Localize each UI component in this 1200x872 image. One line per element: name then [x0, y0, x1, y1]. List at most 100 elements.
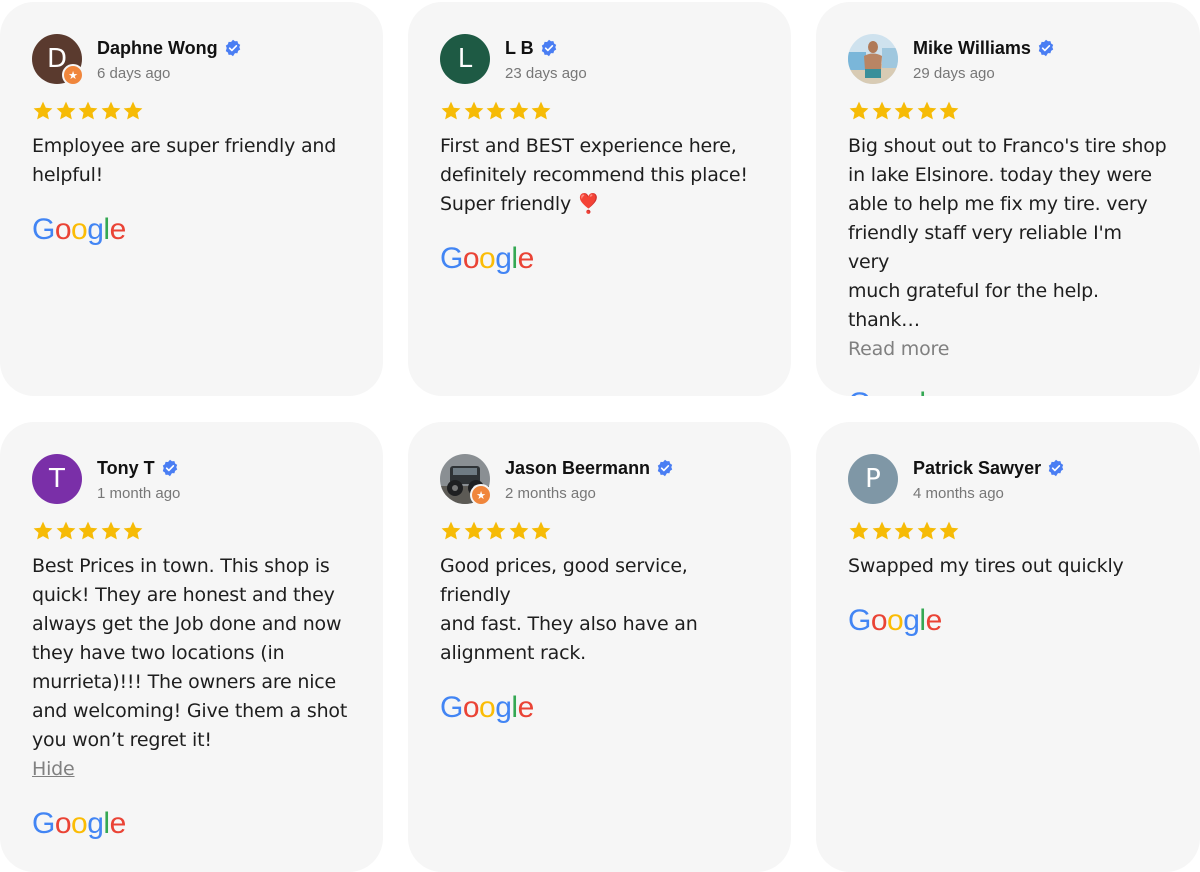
- star-rating: [440, 100, 759, 124]
- star-icon: [77, 520, 99, 542]
- star-rating: [848, 520, 1168, 544]
- reviewer-name[interactable]: Tony T: [97, 458, 155, 479]
- google-logo-icon[interactable]: [440, 241, 536, 277]
- star-icon: [508, 100, 530, 122]
- avatar-initial: P: [865, 464, 881, 494]
- avatar-photo: [848, 34, 898, 84]
- star-icon: [916, 100, 938, 122]
- review-text-line: definitely recommend this place!: [440, 164, 748, 186]
- review-text-line: First and BEST experience here,: [440, 135, 737, 157]
- google-logo-icon[interactable]: [32, 806, 128, 842]
- reviewer-name[interactable]: Patrick Sawyer: [913, 458, 1041, 479]
- verified-icon: [656, 459, 674, 477]
- review-card: ★ Jason Beermann 2 months ago Good price…: [408, 422, 791, 872]
- star-icon: [55, 520, 77, 542]
- google-logo-icon[interactable]: [32, 212, 128, 248]
- avatar[interactable]: P: [848, 454, 898, 504]
- verified-icon: [1037, 39, 1055, 57]
- star-icon: [77, 100, 99, 122]
- avatar[interactable]: L: [440, 34, 490, 84]
- review-header: Mike Williams 29 days ago: [848, 34, 1168, 84]
- star-icon: [916, 520, 938, 542]
- avatar[interactable]: ★: [440, 454, 492, 506]
- star-rating: [32, 520, 351, 544]
- review-date: 23 days ago: [505, 65, 587, 82]
- star-icon: [871, 520, 893, 542]
- review-text-line: murrieta)!!! The owners are nice: [32, 671, 337, 693]
- star-icon: [463, 520, 485, 542]
- verified-icon: [161, 459, 179, 477]
- star-icon: [848, 100, 870, 122]
- review-text-line: always get the Job done and now: [32, 613, 342, 635]
- avatar[interactable]: T: [32, 454, 82, 504]
- reviewer-name[interactable]: L B: [505, 38, 534, 59]
- review-text: Best Prices in town. This shop is quick!…: [32, 552, 351, 784]
- star-icon: [530, 520, 552, 542]
- google-logo-icon[interactable]: [848, 603, 944, 639]
- star-icon: [122, 520, 144, 542]
- verified-icon: [1047, 459, 1065, 477]
- avatar-initial: T: [49, 464, 65, 494]
- review-text-line: friendly staff very reliable I'm very: [848, 222, 1122, 273]
- star-icon: [485, 100, 507, 122]
- review-text-line: Best Prices in town. This shop is: [32, 555, 330, 577]
- review-text: Employee are super friendly and helpful!: [32, 132, 351, 190]
- star-icon: [122, 100, 144, 122]
- star-icon: [893, 520, 915, 542]
- reviewer-name[interactable]: Daphne Wong: [97, 38, 218, 59]
- review-text: Good prices, good service, friendly and …: [440, 552, 759, 668]
- star-icon: [508, 520, 530, 542]
- review-date: 29 days ago: [913, 65, 995, 82]
- review-header: T Tony T 1 month ago: [32, 454, 351, 504]
- review-text-line: Good prices, good service, friendly: [440, 555, 688, 606]
- review-header: ★ Jason Beermann 2 months ago: [440, 454, 759, 506]
- avatar-initial: L: [457, 44, 473, 74]
- review-card: Mike Williams 29 days ago Big shout out …: [816, 2, 1200, 396]
- review-card: L L B 23 days ago First and BEST experie…: [408, 2, 791, 396]
- review-card: D ★ Daphne Wong 6 days ago Employee are …: [0, 2, 383, 396]
- star-icon: [485, 520, 507, 542]
- local-guide-badge-icon: ★: [62, 64, 84, 86]
- review-text-line: Big shout out to Franco's tire shop: [848, 135, 1167, 157]
- star-icon: [440, 100, 462, 122]
- google-logo-icon[interactable]: [440, 690, 536, 726]
- star-rating: [440, 520, 759, 544]
- reviews-grid: D ★ Daphne Wong 6 days ago Employee are …: [0, 0, 1200, 872]
- review-text-line: you won’t regret it!: [32, 729, 212, 751]
- review-text-line: in lake Elsinore. today they were: [848, 164, 1152, 186]
- review-text-line: able to help me fix my tire. very: [848, 193, 1148, 215]
- review-header: P Patrick Sawyer 4 months ago: [848, 454, 1168, 504]
- star-icon: [893, 100, 915, 122]
- read-more-link[interactable]: Read more: [848, 335, 1168, 364]
- review-header: L L B 23 days ago: [440, 34, 759, 84]
- reviewer-name[interactable]: Mike Williams: [913, 38, 1031, 59]
- reviewer-info: Jason Beermann 2 months ago: [505, 456, 674, 502]
- review-text-line: and welcoming! Give them a shot: [32, 700, 348, 722]
- review-text: Swapped my tires out quickly: [848, 552, 1168, 581]
- review-card: P Patrick Sawyer 4 months ago Swapped my…: [816, 422, 1200, 872]
- review-text-line: alignment rack.: [440, 642, 586, 664]
- review-text-line: helpful!: [32, 164, 104, 186]
- star-icon: [938, 100, 960, 122]
- avatar[interactable]: D ★: [32, 34, 84, 86]
- hide-link[interactable]: Hide: [32, 755, 351, 784]
- star-icon: [100, 520, 122, 542]
- star-rating: [848, 100, 1168, 124]
- review-date: 4 months ago: [913, 485, 1004, 502]
- reviewer-name[interactable]: Jason Beermann: [505, 458, 650, 479]
- review-card: T Tony T 1 month ago Best Prices in town…: [0, 422, 383, 872]
- verified-icon: [540, 39, 558, 57]
- star-icon: [100, 100, 122, 122]
- star-icon: [55, 100, 77, 122]
- reviewer-info: Patrick Sawyer 4 months ago: [913, 456, 1065, 502]
- avatar[interactable]: [848, 34, 898, 84]
- google-logo-icon[interactable]: [848, 386, 944, 396]
- verified-icon: [224, 39, 242, 57]
- star-icon: [530, 100, 552, 122]
- review-text-line: quick! They are honest and they: [32, 584, 335, 606]
- star-icon: [440, 520, 462, 542]
- review-text-line: Super friendly ❣️: [440, 193, 601, 215]
- star-icon: [871, 100, 893, 122]
- local-guide-badge-icon: ★: [470, 484, 492, 506]
- review-text-line: much grateful for the help. thank…: [848, 280, 1099, 331]
